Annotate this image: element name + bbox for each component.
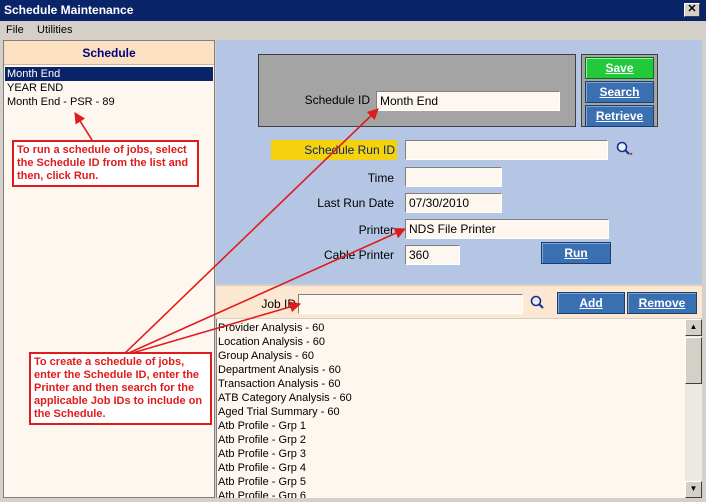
save-button-label: Save (605, 61, 634, 75)
schedule-id-label: Schedule ID (304, 93, 370, 107)
schedule-run-id-label: Schedule Run ID (271, 140, 397, 160)
retrieve-button-label: Retrieve (595, 109, 644, 123)
job-list-item[interactable]: Atb Profile - Grp 4 (218, 461, 306, 475)
job-list-item[interactable]: Provider Analysis - 60 (218, 321, 324, 335)
cable-printer-field[interactable]: 360 (405, 245, 460, 265)
job-list-item[interactable]: Atb Profile - Grp 3 (218, 447, 306, 461)
remove-button[interactable]: Remove (627, 292, 697, 314)
scrollbar-thumb[interactable] (685, 337, 702, 384)
search-button[interactable]: Search (585, 81, 654, 103)
job-list-scrollbar[interactable]: ▲ ▼ (685, 319, 702, 498)
job-id-field[interactable] (298, 294, 523, 314)
menu-utilities[interactable]: Utilities (37, 24, 72, 36)
printer-label: Printer (358, 223, 394, 237)
printer-field[interactable]: NDS File Printer (405, 219, 609, 239)
job-id-label: Job ID (261, 297, 296, 311)
last-run-date-field[interactable]: 07/30/2010 (405, 193, 502, 213)
search-button-label: Search (599, 85, 640, 99)
job-list-item[interactable]: Aged Trial Summary - 60 (218, 405, 340, 419)
magnifier-icon[interactable] (615, 140, 635, 160)
last-run-date-label: Last Run Date (317, 196, 394, 210)
schedule-list-panel: Schedule Month End YEAR END Month End - … (3, 40, 215, 498)
job-list-item[interactable]: Atb Profile - Grp 6 (218, 489, 306, 498)
run-button[interactable]: Run (541, 242, 611, 264)
arrow-down-icon[interactable]: ▼ (685, 481, 702, 498)
add-button[interactable]: Add (557, 292, 625, 314)
job-list-item[interactable]: Group Analysis - 60 (218, 349, 314, 363)
job-list-item[interactable]: Location Analysis - 60 (218, 335, 325, 349)
job-list-item[interactable]: ATB Category Analysis - 60 (218, 391, 352, 405)
magnifier-icon[interactable] (529, 294, 547, 312)
menu-file[interactable]: File (6, 24, 24, 36)
job-list-item[interactable]: Atb Profile - Grp 5 (218, 475, 306, 489)
job-list[interactable]: Provider Analysis - 60 Location Analysis… (216, 319, 685, 498)
close-icon[interactable]: ✕ (684, 3, 700, 17)
time-label: Time (367, 171, 394, 185)
schedule-list-item[interactable]: Month End (5, 67, 213, 81)
run-instructions-callout: To run a schedule of jobs, select the Sc… (12, 140, 199, 187)
job-list-item[interactable]: Transaction Analysis - 60 (218, 377, 340, 391)
job-list-item[interactable]: Atb Profile - Grp 2 (218, 433, 306, 447)
window-title: Schedule Maintenance (4, 3, 134, 17)
cable-printer-label: Cable Printer (323, 248, 394, 262)
job-list-item[interactable]: Department Analysis - 60 (218, 363, 341, 377)
run-button-label: Run (564, 246, 588, 260)
arrow-up-icon[interactable]: ▲ (685, 319, 702, 336)
create-instructions-callout: To create a schedule of jobs, enter the … (29, 352, 212, 425)
time-field[interactable] (405, 167, 502, 187)
schedule-list-item[interactable]: YEAR END (5, 81, 213, 95)
job-list-item[interactable]: Atb Profile - Grp 1 (218, 419, 306, 433)
schedule-list-header: Schedule (4, 41, 214, 65)
title-bar: Schedule Maintenance ✕ (0, 0, 706, 21)
remove-button-label: Remove (638, 296, 686, 310)
schedule-id-field[interactable]: Month End (376, 91, 560, 111)
retrieve-button[interactable]: Retrieve (585, 105, 654, 127)
schedule-list-item[interactable]: Month End - PSR - 89 (5, 95, 213, 109)
schedule-run-id-field[interactable] (405, 140, 608, 160)
add-button-label: Add (579, 296, 603, 310)
save-button[interactable]: Save (585, 57, 654, 79)
menu-bar: File Utilities (0, 21, 706, 39)
